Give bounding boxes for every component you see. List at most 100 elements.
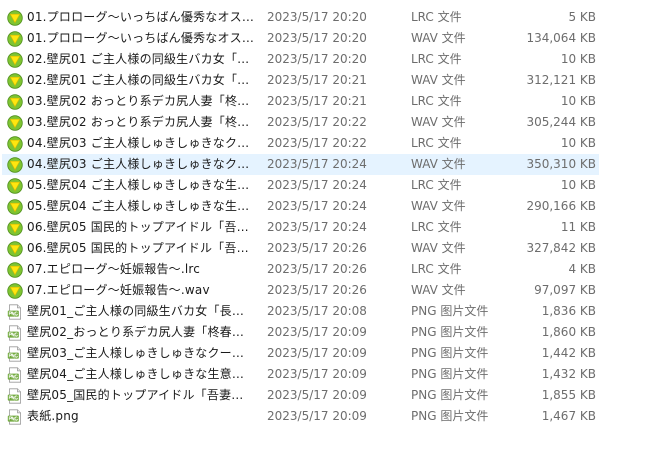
- file-name[interactable]: 01.プロローグ～いっちばん優秀なオス…: [27, 7, 255, 28]
- file-date-modified: 2023/5/17 20:22: [267, 136, 367, 150]
- media-player-icon: [7, 262, 23, 278]
- file-date-modified: 2023/5/17 20:08: [267, 304, 367, 318]
- file-row[interactable]: 壁尻01_ご主人様の同級生バカ女「長門… 2023/5/17 20:08 PNG 图…: [0, 301, 667, 322]
- file-date-modified: 2023/5/17 20:26: [267, 241, 367, 255]
- file-row[interactable]: 05.壁尻04 ご主人様しゅきしゅきな生意… 2023/5/17 20:24 WAV…: [0, 196, 667, 217]
- file-date-modified: 2023/5/17 20:24: [267, 199, 367, 213]
- file-row[interactable]: 02.壁尻01 ご主人様の同級生バカ女「長… 2023/5/17 20:21 WAV…: [0, 70, 667, 91]
- file-name[interactable]: 壁尻04_ご主人様しゅきしゅきな生意気…: [27, 364, 255, 385]
- file-size: 1,836 KB: [541, 304, 596, 318]
- file-name[interactable]: 05.壁尻04 ご主人様しゅきしゅきな生意…: [27, 175, 255, 196]
- file-date-modified: 2023/5/17 20:20: [267, 31, 367, 45]
- media-player-icon: [7, 136, 23, 152]
- file-row[interactable]: 03.壁尻02 おっとり系デカ尻人妻「柊春… 2023/5/17 20:22 WAV…: [0, 112, 667, 133]
- file-date-modified: 2023/5/17 20:09: [267, 409, 367, 423]
- file-date-modified: 2023/5/17 20:21: [267, 94, 367, 108]
- file-size: 134,064 KB: [526, 31, 596, 45]
- media-player-icon: [7, 241, 23, 257]
- png-file-icon: [7, 346, 23, 362]
- media-player-icon: [7, 94, 23, 110]
- media-player-icon: [7, 73, 23, 89]
- file-name[interactable]: 壁尻05_国民的トップアイドル「吾妻乙…: [27, 385, 255, 406]
- file-name[interactable]: 05.壁尻04 ご主人様しゅきしゅきな生意…: [27, 196, 255, 217]
- file-name[interactable]: 壁尻03_ご主人様しゅきしゅきなクール…: [27, 343, 255, 364]
- file-row[interactable]: 05.壁尻04 ご主人様しゅきしゅきな生意… 2023/5/17 20:24 LRC…: [0, 175, 667, 196]
- file-name[interactable]: 02.壁尻01 ご主人様の同級生バカ女「長…: [27, 49, 255, 70]
- file-name[interactable]: 04.壁尻03 ご主人様しゅきしゅきなクー…: [27, 154, 255, 175]
- file-date-modified: 2023/5/17 20:26: [267, 283, 367, 297]
- file-list: 01.プロローグ～いっちばん優秀なオス… 2023/5/17 20:20 LRC 文…: [0, 7, 667, 427]
- file-row[interactable]: 壁尻03_ご主人様しゅきしゅきなクール… 2023/5/17 20:09 PNG 图…: [0, 343, 667, 364]
- file-date-modified: 2023/5/17 20:24: [267, 157, 367, 171]
- file-date-modified: 2023/5/17 20:24: [267, 178, 367, 192]
- media-player-icon: [7, 283, 23, 299]
- file-row[interactable]: 03.壁尻02 おっとり系デカ尻人妻「柊春… 2023/5/17 20:21 LRC…: [0, 91, 667, 112]
- media-player-icon: [7, 199, 23, 215]
- file-name[interactable]: 03.壁尻02 おっとり系デカ尻人妻「柊春…: [27, 91, 255, 112]
- media-player-icon: [7, 52, 23, 68]
- file-row[interactable]: 壁尻05_国民的トップアイドル「吾妻乙… 2023/5/17 20:09 PNG 图…: [0, 385, 667, 406]
- file-row[interactable]: 01.プロローグ～いっちばん優秀なオス… 2023/5/17 20:20 LRC 文…: [0, 7, 667, 28]
- file-size: 290,166 KB: [526, 199, 596, 213]
- file-size: 4 KB: [568, 262, 596, 276]
- file-date-modified: 2023/5/17 20:09: [267, 346, 367, 360]
- file-size: 10 KB: [560, 52, 596, 66]
- file-size: 1,855 KB: [541, 388, 596, 402]
- file-size: 10 KB: [560, 178, 596, 192]
- png-file-icon: [7, 388, 23, 404]
- file-date-modified: 2023/5/17 20:21: [267, 73, 367, 87]
- file-name[interactable]: 06.壁尻05 国民的トップアイドル「吾妻…: [27, 238, 255, 259]
- png-file-icon: [7, 367, 23, 383]
- file-name[interactable]: 02.壁尻01 ご主人様の同級生バカ女「長…: [27, 70, 255, 91]
- file-size: 327,842 KB: [526, 241, 596, 255]
- file-size: 97,097 KB: [534, 283, 596, 297]
- media-player-icon: [7, 220, 23, 236]
- file-size: 1,467 KB: [541, 409, 596, 423]
- file-size: 1,442 KB: [541, 346, 596, 360]
- file-size: 11 KB: [560, 220, 596, 234]
- file-name[interactable]: 07.エピローグ～妊娠報告～.lrc: [27, 259, 255, 280]
- file-date-modified: 2023/5/17 20:09: [267, 325, 367, 339]
- file-row[interactable]: 表紙.png 2023/5/17 20:09 PNG 图片文件 1,467 KB: [0, 406, 667, 427]
- file-name[interactable]: 01.プロローグ～いっちばん優秀なオス…: [27, 28, 255, 49]
- file-row[interactable]: 01.プロローグ～いっちばん優秀なオス… 2023/5/17 20:20 WAV 文…: [0, 28, 667, 49]
- file-size: 1,860 KB: [541, 325, 596, 339]
- file-date-modified: 2023/5/17 20:20: [267, 10, 367, 24]
- file-size: 5 KB: [568, 10, 596, 24]
- file-name[interactable]: 壁尻01_ご主人様の同級生バカ女「長門…: [27, 301, 255, 322]
- file-row[interactable]: 07.エピローグ～妊娠報告～.lrc 2023/5/17 20:26 LRC 文件 4…: [0, 259, 667, 280]
- file-row[interactable]: 壁尻04_ご主人様しゅきしゅきな生意気… 2023/5/17 20:09 PNG 图…: [0, 364, 667, 385]
- file-date-modified: 2023/5/17 20:20: [267, 52, 367, 66]
- file-row[interactable]: 02.壁尻01 ご主人様の同級生バカ女「長… 2023/5/17 20:20 LRC…: [0, 49, 667, 70]
- file-size: 305,244 KB: [526, 115, 596, 129]
- media-player-icon: [7, 157, 23, 173]
- media-player-icon: [7, 178, 23, 194]
- file-size: 10 KB: [560, 94, 596, 108]
- file-date-modified: 2023/5/17 20:26: [267, 262, 367, 276]
- media-player-icon: [7, 10, 23, 26]
- file-row[interactable]: 04.壁尻03 ご主人様しゅきしゅきなクー… 2023/5/17 20:22 LRC…: [0, 133, 667, 154]
- file-size: 350,310 KB: [526, 157, 596, 171]
- file-date-modified: 2023/5/17 20:22: [267, 115, 367, 129]
- file-row[interactable]: 06.壁尻05 国民的トップアイドル「吾妻… 2023/5/17 20:24 LRC…: [0, 217, 667, 238]
- png-file-icon: [7, 304, 23, 320]
- file-row[interactable]: 壁尻02_おっとり系デカ尻人妻「柊春子… 2023/5/17 20:09 PNG 图…: [0, 322, 667, 343]
- file-name[interactable]: 06.壁尻05 国民的トップアイドル「吾妻…: [27, 217, 255, 238]
- media-player-icon: [7, 31, 23, 47]
- file-date-modified: 2023/5/17 20:09: [267, 367, 367, 381]
- file-row[interactable]: 07.エピローグ～妊娠報告～.wav 2023/5/17 20:26 WAV 文件 9…: [0, 280, 667, 301]
- file-name[interactable]: 表紙.png: [27, 406, 255, 427]
- file-size: 1,432 KB: [541, 367, 596, 381]
- file-date-modified: 2023/5/17 20:24: [267, 220, 367, 234]
- file-size: 312,121 KB: [526, 73, 596, 87]
- png-file-icon: [7, 409, 23, 425]
- file-date-modified: 2023/5/17 20:09: [267, 388, 367, 402]
- file-name[interactable]: 04.壁尻03 ご主人様しゅきしゅきなクー…: [27, 133, 255, 154]
- file-row[interactable]: 06.壁尻05 国民的トップアイドル「吾妻… 2023/5/17 20:26 WAV…: [0, 238, 667, 259]
- file-name[interactable]: 03.壁尻02 おっとり系デカ尻人妻「柊春…: [27, 112, 255, 133]
- media-player-icon: [7, 115, 23, 131]
- file-name[interactable]: 壁尻02_おっとり系デカ尻人妻「柊春子…: [27, 322, 255, 343]
- file-row-selected[interactable]: 04.壁尻03 ご主人様しゅきしゅきなクー… 2023/5/17 20:24 WAV…: [0, 154, 667, 175]
- png-file-icon: [7, 325, 23, 341]
- file-name[interactable]: 07.エピローグ～妊娠報告～.wav: [27, 280, 255, 301]
